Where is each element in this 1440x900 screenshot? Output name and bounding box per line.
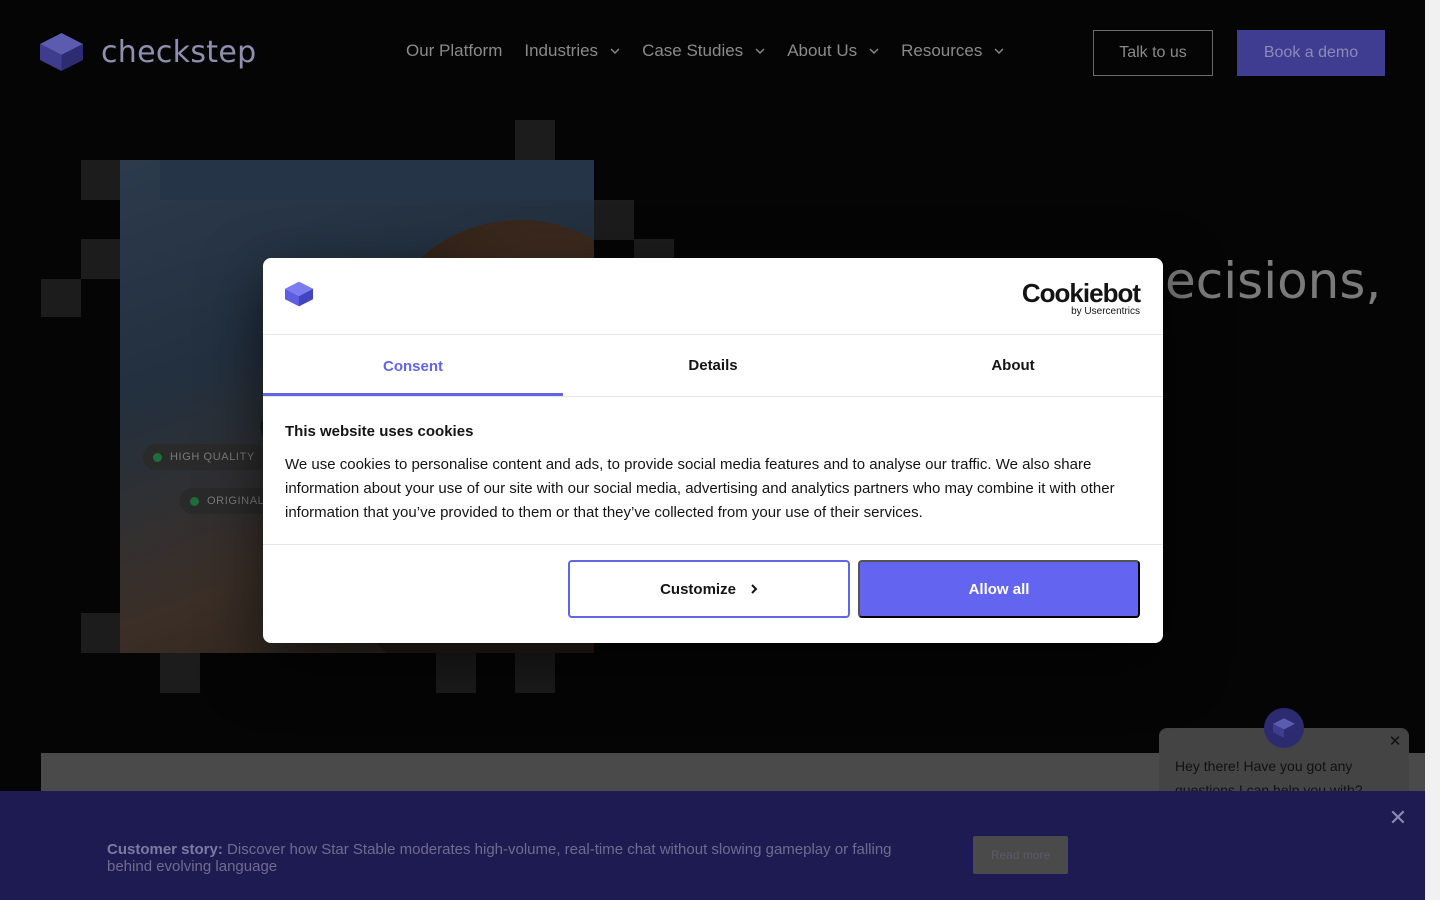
cookiebot-sub: by Usercentrics	[1071, 306, 1140, 317]
tab-about[interactable]: About	[863, 335, 1163, 396]
cookiebot-logo[interactable]: Cookiebot by Usercentrics	[1021, 278, 1141, 317]
site-logo-icon	[285, 281, 313, 307]
customize-button[interactable]: Customize	[568, 560, 850, 618]
dialog-header: Cookiebot by Usercentrics	[263, 258, 1163, 335]
page: checkstep Our Platform Industries Case S…	[0, 0, 1440, 900]
tab-consent[interactable]: Consent	[263, 335, 563, 396]
page-scrollbar[interactable]	[1425, 0, 1440, 900]
dialog-tabs: Consent Details About	[263, 335, 1163, 397]
dialog-title: This website uses cookies	[285, 423, 474, 440]
cookiebot-name: Cookiebot	[1021, 278, 1141, 308]
customize-label: Customize	[660, 580, 736, 598]
cookie-consent-dialog: Cookiebot by Usercentrics Consent Detail…	[263, 258, 1163, 643]
allow-all-button[interactable]: Allow all	[858, 560, 1140, 618]
dialog-body: This website uses cookies We use cookies…	[263, 397, 1163, 545]
dialog-text: We use cookies to personalise content an…	[285, 456, 1115, 521]
chevron-right-icon	[751, 584, 758, 594]
tab-details[interactable]: Details	[563, 335, 863, 396]
